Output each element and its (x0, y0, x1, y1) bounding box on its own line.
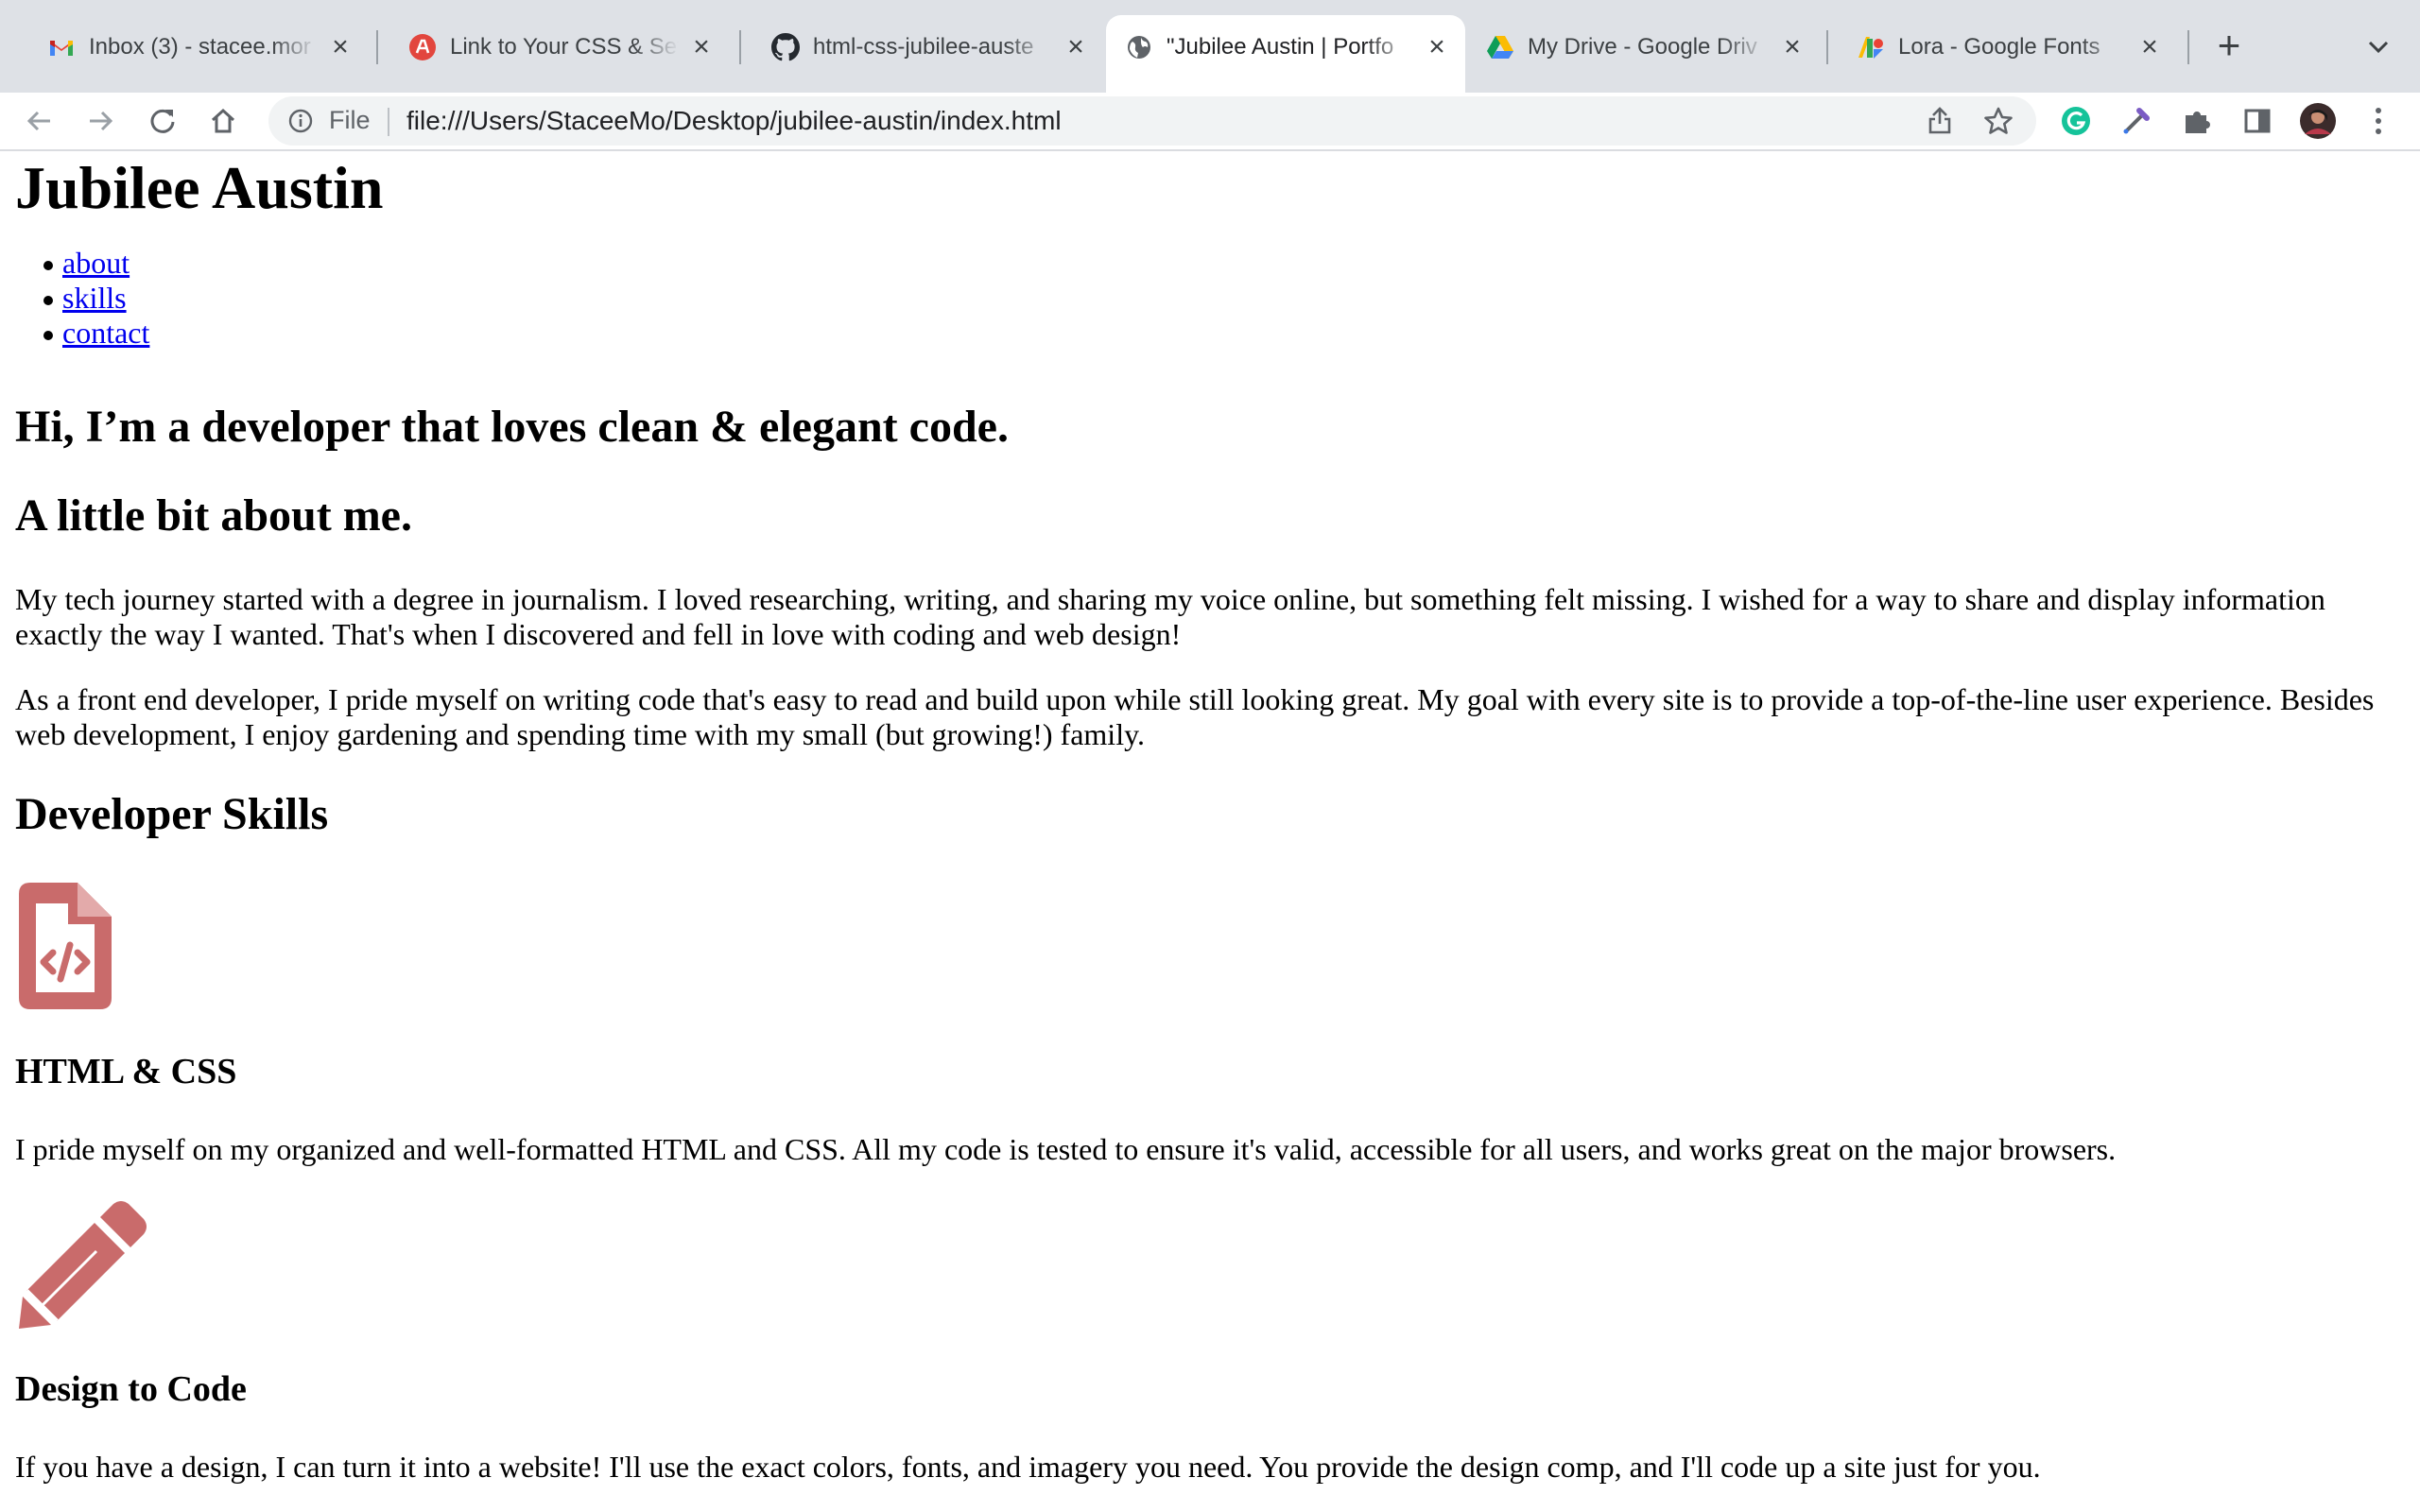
browser-chrome: Inbox (3) - stacee.mor × Link to Your CS… (0, 0, 2420, 151)
tab-github[interactable]: html-css-jubilee-auste × (752, 17, 1104, 77)
close-tab-icon[interactable]: × (688, 31, 715, 62)
omnibox-divider (388, 108, 389, 136)
share-icon[interactable] (1925, 106, 1955, 136)
skill-description-design-to-code: If you have a design, I can turn it into… (15, 1450, 2041, 1484)
skill-title-html-css: HTML & CSS (15, 1052, 237, 1091)
grammarly-extension-icon[interactable] (2057, 102, 2095, 140)
tab-title: "Jubilee Austin | Portfo (1167, 34, 1394, 60)
tab-jubilee-austin-active[interactable]: "Jubilee Austin | Portfo × (1106, 15, 1465, 93)
browser-toolbar: File file:///Users/StaceeMo/Desktop/jubi… (0, 93, 2420, 151)
github-icon (771, 33, 800, 61)
tab-google-fonts[interactable]: Lora - Google Fonts × (1838, 17, 2178, 77)
close-tab-icon[interactable]: × (1063, 31, 1089, 62)
nav-link-about[interactable]: about (62, 246, 130, 280)
back-icon[interactable] (21, 102, 59, 140)
close-tab-icon[interactable]: × (1424, 31, 1450, 62)
page-content: Jubilee Austin about skills contact Hi, … (0, 149, 2420, 1512)
home-icon[interactable] (204, 102, 242, 140)
nav-item-contact: contact (43, 316, 149, 351)
skills-heading: Developer Skills (15, 789, 329, 839)
new-tab-button[interactable]: + (2210, 23, 2248, 67)
about-heading: A little bit about me. (15, 490, 412, 541)
close-tab-icon[interactable]: × (327, 31, 354, 62)
nav-item-skills: skills (43, 281, 127, 316)
nav-item-about: about (43, 246, 130, 281)
gmail-icon (47, 33, 76, 61)
tab-separator (739, 30, 741, 64)
color-picker-extension-icon[interactable] (2118, 102, 2155, 140)
reload-icon[interactable] (144, 102, 182, 140)
close-tab-icon[interactable]: × (2136, 31, 2163, 62)
about-paragraph-1: My tech journey started with a degree in… (15, 582, 2325, 651)
about-paragraph-2: As a front end developer, I pride myself… (15, 682, 2375, 751)
tab-separator (2187, 30, 2189, 64)
google-fonts-icon (1857, 33, 1885, 61)
address-bar[interactable]: File file:///Users/StaceeMo/Desktop/jubi… (268, 96, 2036, 146)
bookmark-star-icon[interactable] (1981, 104, 2015, 138)
skill-description-html-css: I pride myself on my organized and well-… (15, 1132, 2117, 1166)
side-panel-icon[interactable] (2238, 102, 2276, 140)
skill-title-design-to-code: Design to Code (15, 1369, 247, 1409)
tab-title: html-css-jubilee-auste (813, 34, 1034, 60)
nav-link-contact[interactable]: contact (62, 316, 149, 350)
course-icon (408, 33, 437, 61)
globe-icon (1125, 33, 1153, 61)
nav-link-skills[interactable]: skills (62, 281, 127, 315)
hero-heading: Hi, I’m a developer that loves clean & e… (15, 402, 1009, 452)
forward-icon[interactable] (81, 102, 119, 140)
profile-avatar[interactable] (2299, 102, 2337, 140)
close-tab-icon[interactable]: × (1779, 31, 1806, 62)
pencil-icon (15, 1196, 151, 1337)
tab-gmail[interactable]: Inbox (3) - stacee.mor × (28, 17, 369, 77)
url-text[interactable]: file:///Users/StaceeMo/Desktop/jubilee-a… (406, 106, 1062, 136)
code-file-icon (15, 879, 115, 1018)
tab-course[interactable]: Link to Your CSS & Set × (389, 17, 730, 77)
tab-title: My Drive - Google Driv (1528, 34, 1757, 60)
tab-separator (376, 30, 378, 64)
url-scheme-label: File (329, 106, 371, 134)
extensions-puzzle-icon[interactable] (2178, 102, 2216, 140)
tab-strip: Inbox (3) - stacee.mor × Link to Your CS… (0, 0, 2420, 93)
site-info-icon[interactable] (285, 106, 316, 136)
google-drive-icon (1486, 33, 1514, 61)
tab-search-chevron-icon[interactable] (2360, 28, 2397, 66)
tab-separator (1826, 30, 1828, 64)
tab-title: Inbox (3) - stacee.mor (89, 34, 311, 60)
tab-title: Link to Your CSS & Set (450, 34, 679, 60)
tab-google-drive[interactable]: My Drive - Google Driv × (1467, 17, 1821, 77)
browser-menu-icon[interactable] (2360, 102, 2397, 140)
site-title: Jubilee Austin (15, 154, 384, 221)
tab-title: Lora - Google Fonts (1898, 34, 2100, 60)
